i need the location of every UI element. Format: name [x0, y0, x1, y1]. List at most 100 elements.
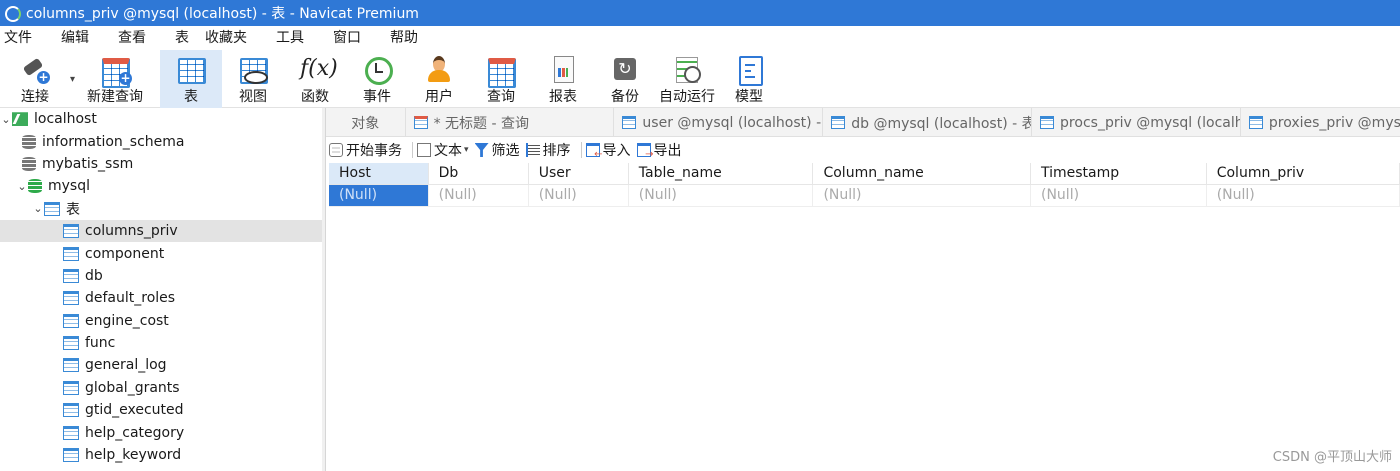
tree-table-help-category[interactable]: help_category: [0, 421, 325, 443]
report-button[interactable]: 报表: [532, 50, 594, 108]
transaction-icon: [329, 143, 343, 157]
plug-icon: [20, 54, 50, 84]
column-header-column-name[interactable]: Column_name: [812, 163, 1031, 185]
import-button[interactable]: 导入: [585, 140, 631, 160]
column-header-user[interactable]: User: [528, 163, 629, 185]
export-button[interactable]: 导出: [636, 140, 682, 160]
cell-column-name[interactable]: (Null): [812, 184, 1031, 207]
content-area: 对象 * 无标题 - 查询 user @mysql (localhost) - …: [326, 108, 1400, 471]
table-icon: [63, 313, 79, 328]
tree-label: mybatis_ssm: [42, 155, 134, 172]
automation-button[interactable]: 自动运行: [656, 50, 718, 108]
view-button[interactable]: 视图: [222, 50, 284, 108]
column-header-timestamp[interactable]: Timestamp: [1030, 163, 1207, 185]
view-icon: [238, 54, 268, 84]
text-button[interactable]: 文本 ▾: [417, 140, 469, 160]
tab-procs-priv[interactable]: procs_priv @mysql (localh...: [1032, 108, 1241, 137]
tree-label: general_log: [85, 357, 167, 374]
menu-help[interactable]: 帮助: [385, 26, 423, 50]
backup-button[interactable]: 备份: [594, 50, 656, 108]
tree-connection-localhost[interactable]: ⌄ localhost: [0, 108, 325, 130]
tree-table-columns-priv[interactable]: columns_priv: [0, 219, 325, 243]
tab-objects[interactable]: 对象: [326, 108, 406, 137]
tab-db[interactable]: db @mysql (localhost) - 表: [823, 108, 1033, 137]
tree-label: mysql: [48, 178, 90, 195]
tab-label: procs_priv @mysql (localh...: [1060, 114, 1241, 131]
menu-favorites[interactable]: 收藏夹: [200, 26, 252, 50]
export-label: 导出: [653, 143, 682, 159]
menu-window[interactable]: 窗口: [328, 26, 366, 50]
menu-file[interactable]: 文件: [0, 26, 37, 50]
user-button[interactable]: 用户: [408, 50, 470, 108]
tree-tables-node[interactable]: ⌄ 表: [0, 198, 325, 220]
cell-timestamp[interactable]: (Null): [1030, 184, 1207, 207]
model-label: 模型: [735, 89, 763, 105]
table-icon: [1248, 116, 1263, 129]
tab-user[interactable]: user @mysql (localhost) - ...: [614, 108, 824, 137]
title-bar: columns_priv @mysql (localhost) - 表 - Na…: [0, 0, 1400, 26]
begin-transaction-button[interactable]: 开始事务: [329, 140, 402, 160]
column-header-column-priv[interactable]: Column_priv: [1206, 163, 1400, 185]
table-row[interactable]: (Null) (Null) (Null) (Null) (Null) (Null…: [329, 184, 1400, 207]
sidebar-scrollbar[interactable]: [322, 108, 325, 471]
user-label: 用户: [425, 89, 453, 105]
navicat-logo-icon: [4, 5, 21, 22]
chevron-down-icon[interactable]: ⌄: [16, 180, 28, 193]
tree-db-information-schema[interactable]: information_schema: [0, 130, 325, 152]
tree-label: engine_cost: [85, 312, 169, 329]
tree-table-func[interactable]: func: [0, 332, 325, 354]
menu-tools[interactable]: 工具: [271, 26, 309, 50]
cell-db[interactable]: (Null): [428, 184, 529, 207]
table-button[interactable]: 表: [160, 50, 222, 108]
menu-table[interactable]: 表: [170, 26, 194, 50]
tab-label: db @mysql (localhost) - 表: [851, 115, 1033, 132]
tree-db-mybatis-ssm[interactable]: mybatis_ssm: [0, 153, 325, 175]
event-button[interactable]: 事件: [346, 50, 408, 108]
column-header-table-name[interactable]: Table_name: [628, 163, 814, 185]
column-header-host[interactable]: Host: [329, 163, 429, 185]
function-button[interactable]: f(x) 函数: [284, 50, 346, 108]
automation-label: 自动运行: [659, 89, 715, 105]
table-icon: [176, 54, 206, 84]
connect-button[interactable]: 连接 ▾: [0, 50, 75, 108]
cell-host[interactable]: (Null): [329, 184, 429, 207]
sort-icon: [525, 143, 540, 157]
new-query-button[interactable]: 新建查询: [70, 50, 160, 108]
sort-button[interactable]: 排序: [525, 140, 571, 160]
tree-table-db[interactable]: db: [0, 265, 325, 287]
tree-label: default_roles: [85, 290, 176, 307]
tree-table-engine-cost[interactable]: engine_cost: [0, 310, 325, 332]
table-icon: [63, 448, 79, 463]
begin-transaction-label: 开始事务: [346, 143, 402, 159]
event-label: 事件: [363, 89, 391, 105]
tab-proxies-priv[interactable]: proxies_priv @mysq: [1241, 108, 1400, 137]
tree-table-gtid-executed[interactable]: gtid_executed: [0, 399, 325, 421]
cell-user[interactable]: (Null): [528, 184, 629, 207]
table-icon: [622, 116, 637, 129]
new-query-label: 新建查询: [87, 89, 143, 105]
chevron-down-icon[interactable]: ⌄: [32, 202, 44, 215]
tree-table-default-roles[interactable]: default_roles: [0, 287, 325, 309]
tree-table-help-keyword[interactable]: help_keyword: [0, 444, 325, 466]
tree-table-general-log[interactable]: general_log: [0, 354, 325, 376]
tree-label: help_keyword: [85, 447, 182, 464]
model-button[interactable]: 模型: [718, 50, 780, 108]
filter-button[interactable]: 筛选: [474, 140, 520, 160]
query-button[interactable]: 查询: [470, 50, 532, 108]
table-icon: [63, 380, 79, 395]
tree-table-global-grants[interactable]: global_grants: [0, 377, 325, 399]
table-label: 表: [184, 89, 198, 105]
tree-db-mysql[interactable]: ⌄ mysql: [0, 175, 325, 197]
cell-table-name[interactable]: (Null): [628, 184, 814, 207]
cell-column-priv[interactable]: (Null): [1206, 184, 1400, 207]
table-icon: [63, 425, 79, 440]
grid-header-row: Host Db User Table_name Column_name Time…: [329, 163, 1400, 185]
import-label: 导入: [602, 143, 631, 159]
clock-icon: [362, 54, 393, 85]
column-header-db[interactable]: Db: [428, 163, 529, 185]
chevron-down-icon[interactable]: ⌄: [0, 113, 12, 126]
menu-edit[interactable]: 编辑: [56, 26, 94, 50]
tab-untitled-query[interactable]: * 无标题 - 查询: [406, 108, 615, 137]
menu-view[interactable]: 查看: [113, 26, 151, 50]
tree-table-component[interactable]: component: [0, 242, 325, 264]
